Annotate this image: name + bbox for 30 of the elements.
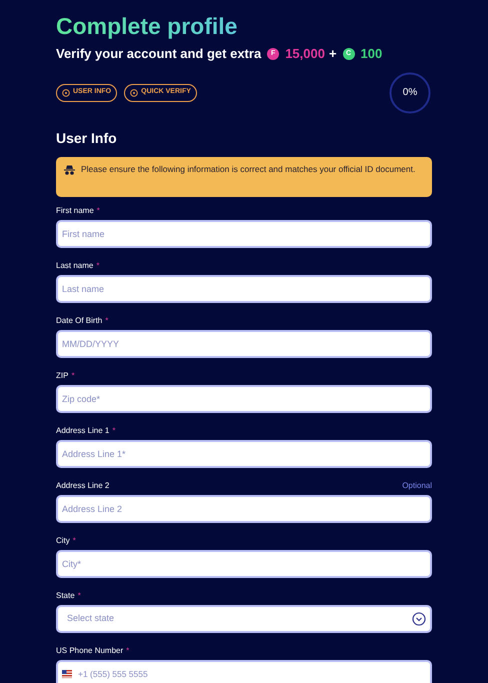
section-title: User Info <box>56 128 118 148</box>
plus-sign: + <box>328 45 337 63</box>
input-field[interactable]: Address Line 1* <box>56 440 432 468</box>
field-label: Address Line 2 <box>56 480 110 492</box>
input-field[interactable]: Last name <box>56 274 432 302</box>
field-label: ZIP * <box>56 370 75 382</box>
input-field[interactable]: MM/DD/YYYY <box>56 330 432 358</box>
progress-ring <box>389 72 431 114</box>
input-field[interactable]: Zip code* <box>56 384 432 412</box>
optional-note: Optional <box>402 480 432 492</box>
subtitle-text: Verify your account and get extra <box>56 45 262 63</box>
field-label: Date Of Birth * <box>56 314 108 326</box>
circle-dot-icon <box>62 88 70 96</box>
field-label: US Phone Number * <box>56 644 130 656</box>
phone-field[interactable]: +1 (555) 555 5555 <box>56 660 432 683</box>
spy-icon <box>64 164 75 174</box>
progress-reading: 0% <box>402 86 418 100</box>
field-label: State * <box>56 590 81 602</box>
reward-amount: 15,000 <box>285 45 325 63</box>
chevron-down-icon <box>412 612 426 626</box>
field-label: Last name * <box>56 260 100 272</box>
notice-text: Please ensure the following information is correct and matches your official ID document. <box>81 162 416 174</box>
reward-amount: 100 <box>360 45 382 63</box>
field-label: Address Line 1 * <box>56 424 116 436</box>
input-field[interactable]: City* <box>56 550 432 578</box>
circle-dot-icon <box>130 88 138 96</box>
field-label: City * <box>56 534 76 546</box>
input-field[interactable]: First name <box>56 220 432 248</box>
input-field[interactable]: Address Line 2 <box>56 494 432 522</box>
field-label: First name * <box>56 204 100 216</box>
